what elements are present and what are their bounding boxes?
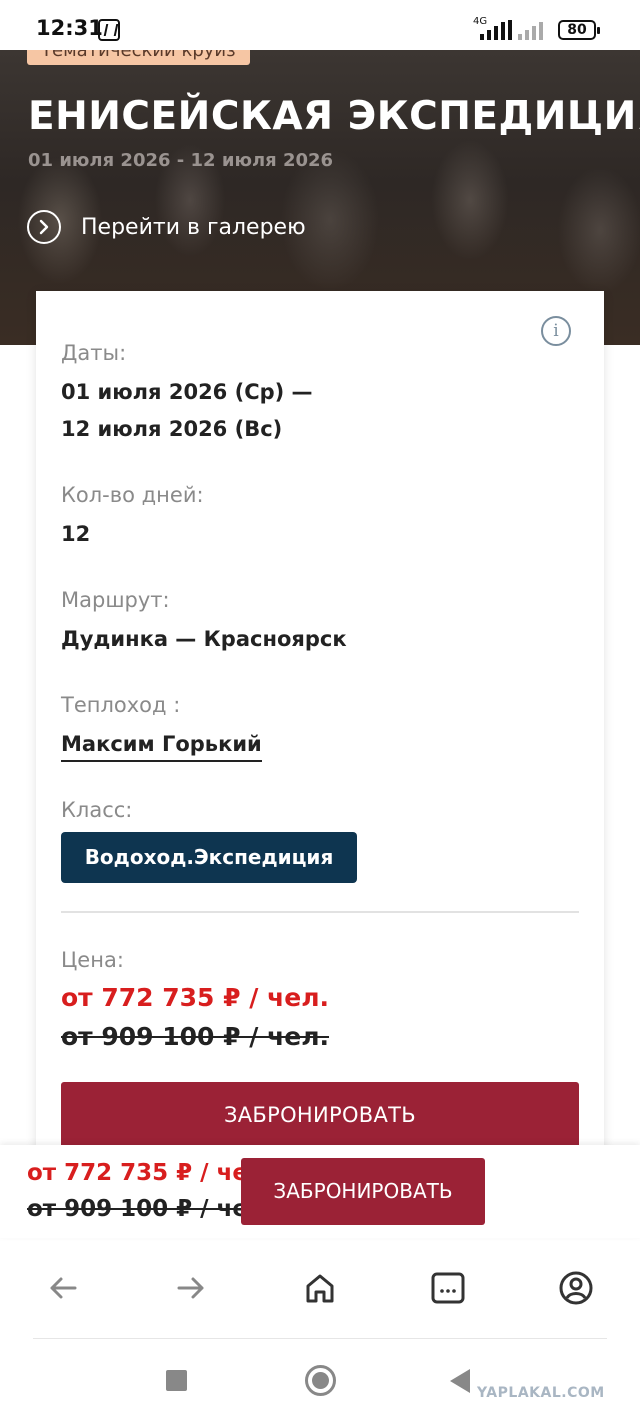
chevron-right-circle-icon (27, 210, 61, 244)
dates-label: Даты: (61, 341, 127, 365)
cruise-info-card: i Даты: 01 июля 2026 (Ср) — 12 июля 2026… (36, 291, 604, 1161)
cruise-type-tag: Тематический круиз (27, 50, 250, 65)
ship-link[interactable]: Максим Горький (61, 732, 262, 762)
sticky-booking-bar: от 772 735 ₽ / чел. от 909 100 ₽ / чел. … (0, 1145, 640, 1238)
gallery-link[interactable]: Перейти в галерею (27, 210, 306, 244)
recent-apps-icon[interactable] (166, 1370, 187, 1391)
browser-navigation-bar (0, 1238, 640, 1338)
sticky-book-button[interactable]: ЗАБРОНИРОВАТЬ (241, 1158, 485, 1225)
battery-icon: 80 (558, 20, 600, 40)
date-end: 12 июля 2026 (Вс) (61, 417, 283, 441)
price-discounted: от 772 735 ₽ / чел. (61, 983, 330, 1012)
signal-strength-icon (480, 20, 512, 40)
status-bar: 12:31 4G 80 (0, 0, 640, 50)
forward-arrow-icon[interactable] (169, 1266, 213, 1310)
price-original: от 909 100 ₽ / чел. (61, 1022, 330, 1051)
battery-level: 80 (567, 22, 587, 38)
sticky-price-discounted: от 772 735 ₽ / чел. (27, 1160, 274, 1186)
status-time: 12:31 (36, 16, 103, 40)
info-icon[interactable]: i (541, 316, 571, 346)
days-count-label: Кол-во дней: (61, 483, 204, 507)
book-button[interactable]: ЗАБРОНИРОВАТЬ (61, 1082, 579, 1152)
system-navigation-bar: YAPLAKAL.COM (0, 1339, 640, 1423)
tabs-icon[interactable] (426, 1266, 470, 1310)
signal-strength-sim2-icon (518, 20, 548, 40)
date-start: 01 июля 2026 (Ср) — (61, 380, 313, 404)
route-label: Маршрут: (61, 588, 170, 612)
home-icon[interactable] (298, 1266, 342, 1310)
back-triangle-icon[interactable] (450, 1369, 470, 1393)
profile-icon[interactable] (554, 1266, 598, 1310)
cruise-dates: 01 июля 2026 - 12 июля 2026 (28, 150, 334, 171)
class-badge[interactable]: Водоход.Экспедиция (61, 832, 357, 883)
route-value: Дудинка — Красноярск (61, 627, 347, 651)
cruise-title: ЕНИСЕЙСКАЯ ЭКСПЕДИЦИЯ (28, 94, 640, 139)
divider (61, 911, 579, 913)
price-label: Цена: (61, 948, 124, 972)
class-label: Класс: (61, 798, 133, 822)
gallery-link-label: Перейти в галерею (81, 214, 306, 240)
ship-label: Теплоход : (61, 693, 181, 717)
back-arrow-icon[interactable] (41, 1266, 85, 1310)
sticky-price-original: от 909 100 ₽ / чел. (27, 1196, 274, 1222)
days-count-value: 12 (61, 522, 91, 546)
nfc-icon (98, 19, 120, 41)
home-circle-icon[interactable] (305, 1365, 336, 1396)
watermark: YAPLAKAL.COM (477, 1385, 605, 1401)
